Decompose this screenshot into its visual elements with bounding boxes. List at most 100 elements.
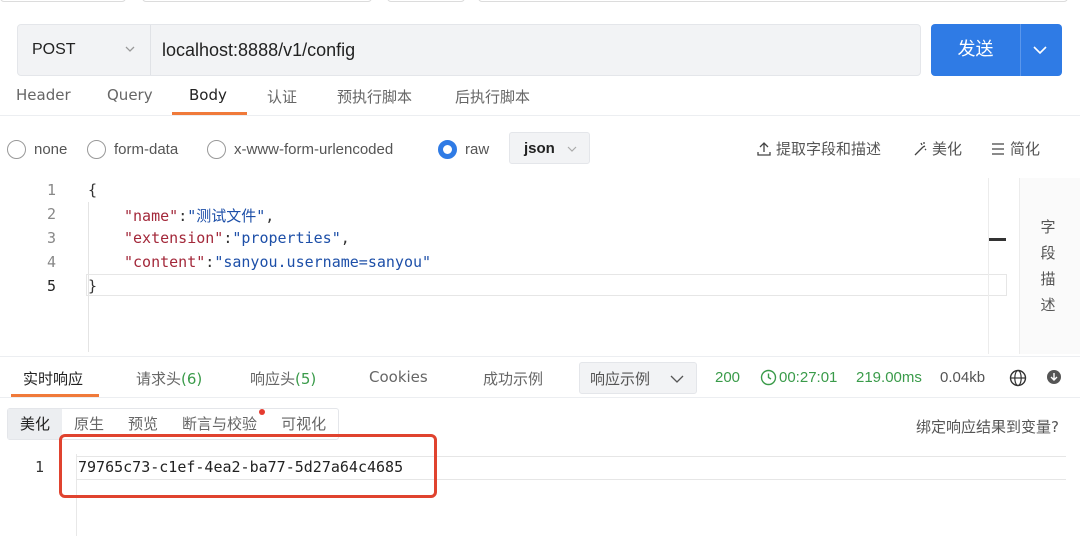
radio-label: raw xyxy=(465,141,490,158)
radio-circle-checked xyxy=(438,140,457,159)
example-select[interactable]: 响应示例 xyxy=(579,362,697,394)
radio-circle xyxy=(7,140,26,159)
method-label: POST xyxy=(32,41,76,58)
top-partial-box xyxy=(387,0,465,2)
request-tabs: Header Query Body 认证 预执行脚本 后执行脚本 xyxy=(0,76,1080,116)
code-line: { xyxy=(88,181,97,199)
tab-response-headers[interactable]: 响应头(5) xyxy=(250,368,316,389)
top-partial-box xyxy=(478,0,1068,2)
json-value: "测试文件" xyxy=(187,207,266,225)
chevron-down-icon xyxy=(670,375,684,383)
annotation-highlight-box xyxy=(59,434,437,498)
radio-label: none xyxy=(34,141,68,158)
top-partial-bar xyxy=(0,0,1080,4)
json-value: "properties" xyxy=(232,229,341,247)
tab-label: 请求头 xyxy=(136,370,182,388)
code-line: "extension":"properties", xyxy=(124,229,350,247)
line-number: 4 xyxy=(46,253,56,271)
body-type-row: none form-data x-www-form-urlencoded raw… xyxy=(0,128,1080,168)
current-line-highlight xyxy=(86,274,1007,296)
divider xyxy=(1020,24,1021,76)
radio-label: form-data xyxy=(114,141,179,158)
tab-body[interactable]: Body xyxy=(189,86,227,104)
tab-post-script[interactable]: 后执行脚本 xyxy=(455,86,530,107)
notification-dot xyxy=(259,409,266,415)
simplify-label: 简化 xyxy=(1010,140,1041,158)
tab-pre-script[interactable]: 预执行脚本 xyxy=(337,86,412,107)
response-tabs: 实时响应 请求头(6) 响应头(5) Cookies 成功示例 响应示例 200… xyxy=(0,356,1080,398)
send-button-group: 发送 xyxy=(931,24,1062,76)
tab-auth[interactable]: 认证 xyxy=(267,86,297,107)
code-editor[interactable]: 1 2 3 4 5 { "name":"测试文件", "extension":"… xyxy=(0,178,1080,354)
tab-live-response[interactable]: 实时响应 xyxy=(23,368,83,389)
response-time: 00:27:01 xyxy=(760,369,837,386)
chevron-down-icon xyxy=(567,146,577,152)
json-key: "name" xyxy=(124,207,179,225)
format-select-value: json xyxy=(524,139,555,157)
extract-fields-button[interactable]: 提取字段和描述 xyxy=(756,138,881,159)
active-tab-underline xyxy=(172,112,247,115)
radio-form-data[interactable]: form-data xyxy=(87,140,178,159)
count-badge: (6) xyxy=(181,370,203,388)
radio-raw[interactable]: raw xyxy=(438,140,489,159)
radio-label: x-www-form-urlencoded xyxy=(234,141,394,158)
code-brace: } xyxy=(88,277,98,295)
top-partial-box xyxy=(0,0,126,2)
line-number: 5 xyxy=(46,277,56,295)
view-tab-beautify[interactable]: 美化 xyxy=(8,409,63,439)
tab-query[interactable]: Query xyxy=(107,86,153,104)
response-size: 0.04kb xyxy=(940,369,986,386)
bind-response-variable-link[interactable]: 绑定响应结果到变量? xyxy=(916,416,1059,437)
count-badge: (5) xyxy=(295,370,317,388)
response-duration: 219.00ms xyxy=(856,369,922,386)
status-code: 200 xyxy=(715,369,741,386)
code-line: "name":"测试文件", xyxy=(124,207,275,225)
globe-icon[interactable] xyxy=(1009,369,1027,387)
divider xyxy=(150,25,151,75)
chevron-down-icon[interactable] xyxy=(1031,42,1049,58)
tab-header[interactable]: Header xyxy=(16,86,71,104)
clock-icon xyxy=(760,369,777,386)
radio-circle xyxy=(207,140,226,159)
tab-request-headers[interactable]: 请求头(6) xyxy=(136,368,202,389)
extract-fields-label: 提取字段和描述 xyxy=(776,140,882,158)
tab-success-example[interactable]: 成功示例 xyxy=(483,368,543,389)
tab-label: 响应头 xyxy=(250,370,296,388)
active-tab-underline xyxy=(11,394,99,397)
json-value: "sanyou.username=sanyou" xyxy=(214,253,432,271)
json-key: "extension" xyxy=(124,229,224,247)
radio-urlencoded[interactable]: x-www-form-urlencoded xyxy=(207,140,393,159)
request-bar: POST localhost:8888/v1/config xyxy=(17,24,921,76)
example-select-value: 响应示例 xyxy=(590,369,651,388)
upload-icon xyxy=(757,141,771,156)
line-number: 2 xyxy=(46,205,56,223)
code-line: "content":"sanyou.username=sanyou" xyxy=(124,253,432,271)
json-key: "content" xyxy=(124,253,206,271)
view-tab-label: 断言与校验 xyxy=(182,415,258,433)
radio-none[interactable]: none xyxy=(7,140,67,159)
beautify-button[interactable]: 美化 xyxy=(912,138,962,159)
editor-scrollbar[interactable] xyxy=(988,178,989,354)
line-number: 1 xyxy=(34,458,44,476)
top-partial-box xyxy=(142,0,372,2)
lines-icon xyxy=(992,142,1004,155)
url-input[interactable]: localhost:8888/v1/config xyxy=(162,25,355,75)
code-brace: { xyxy=(88,181,98,199)
format-select[interactable]: json xyxy=(509,132,590,164)
download-icon[interactable] xyxy=(1046,369,1062,385)
line-number: 3 xyxy=(46,229,56,247)
code-line: } xyxy=(88,277,97,295)
method-select[interactable]: POST xyxy=(18,25,150,75)
beautify-label: 美化 xyxy=(932,140,963,158)
tab-cookies[interactable]: Cookies xyxy=(369,368,428,386)
line-number: 1 xyxy=(46,181,56,199)
simplify-button[interactable]: 简化 xyxy=(990,138,1040,159)
field-description-panel[interactable]: 字段描述 xyxy=(1019,178,1080,354)
magic-wand-icon xyxy=(914,141,927,155)
scrollbar-marker xyxy=(989,238,1006,241)
send-button[interactable]: 发送 xyxy=(931,24,1020,76)
radio-circle xyxy=(87,140,106,159)
field-description-label: 字段描述 xyxy=(1040,218,1056,314)
response-time-value: 00:27:01 xyxy=(779,369,838,386)
chevron-down-icon xyxy=(125,46,135,52)
